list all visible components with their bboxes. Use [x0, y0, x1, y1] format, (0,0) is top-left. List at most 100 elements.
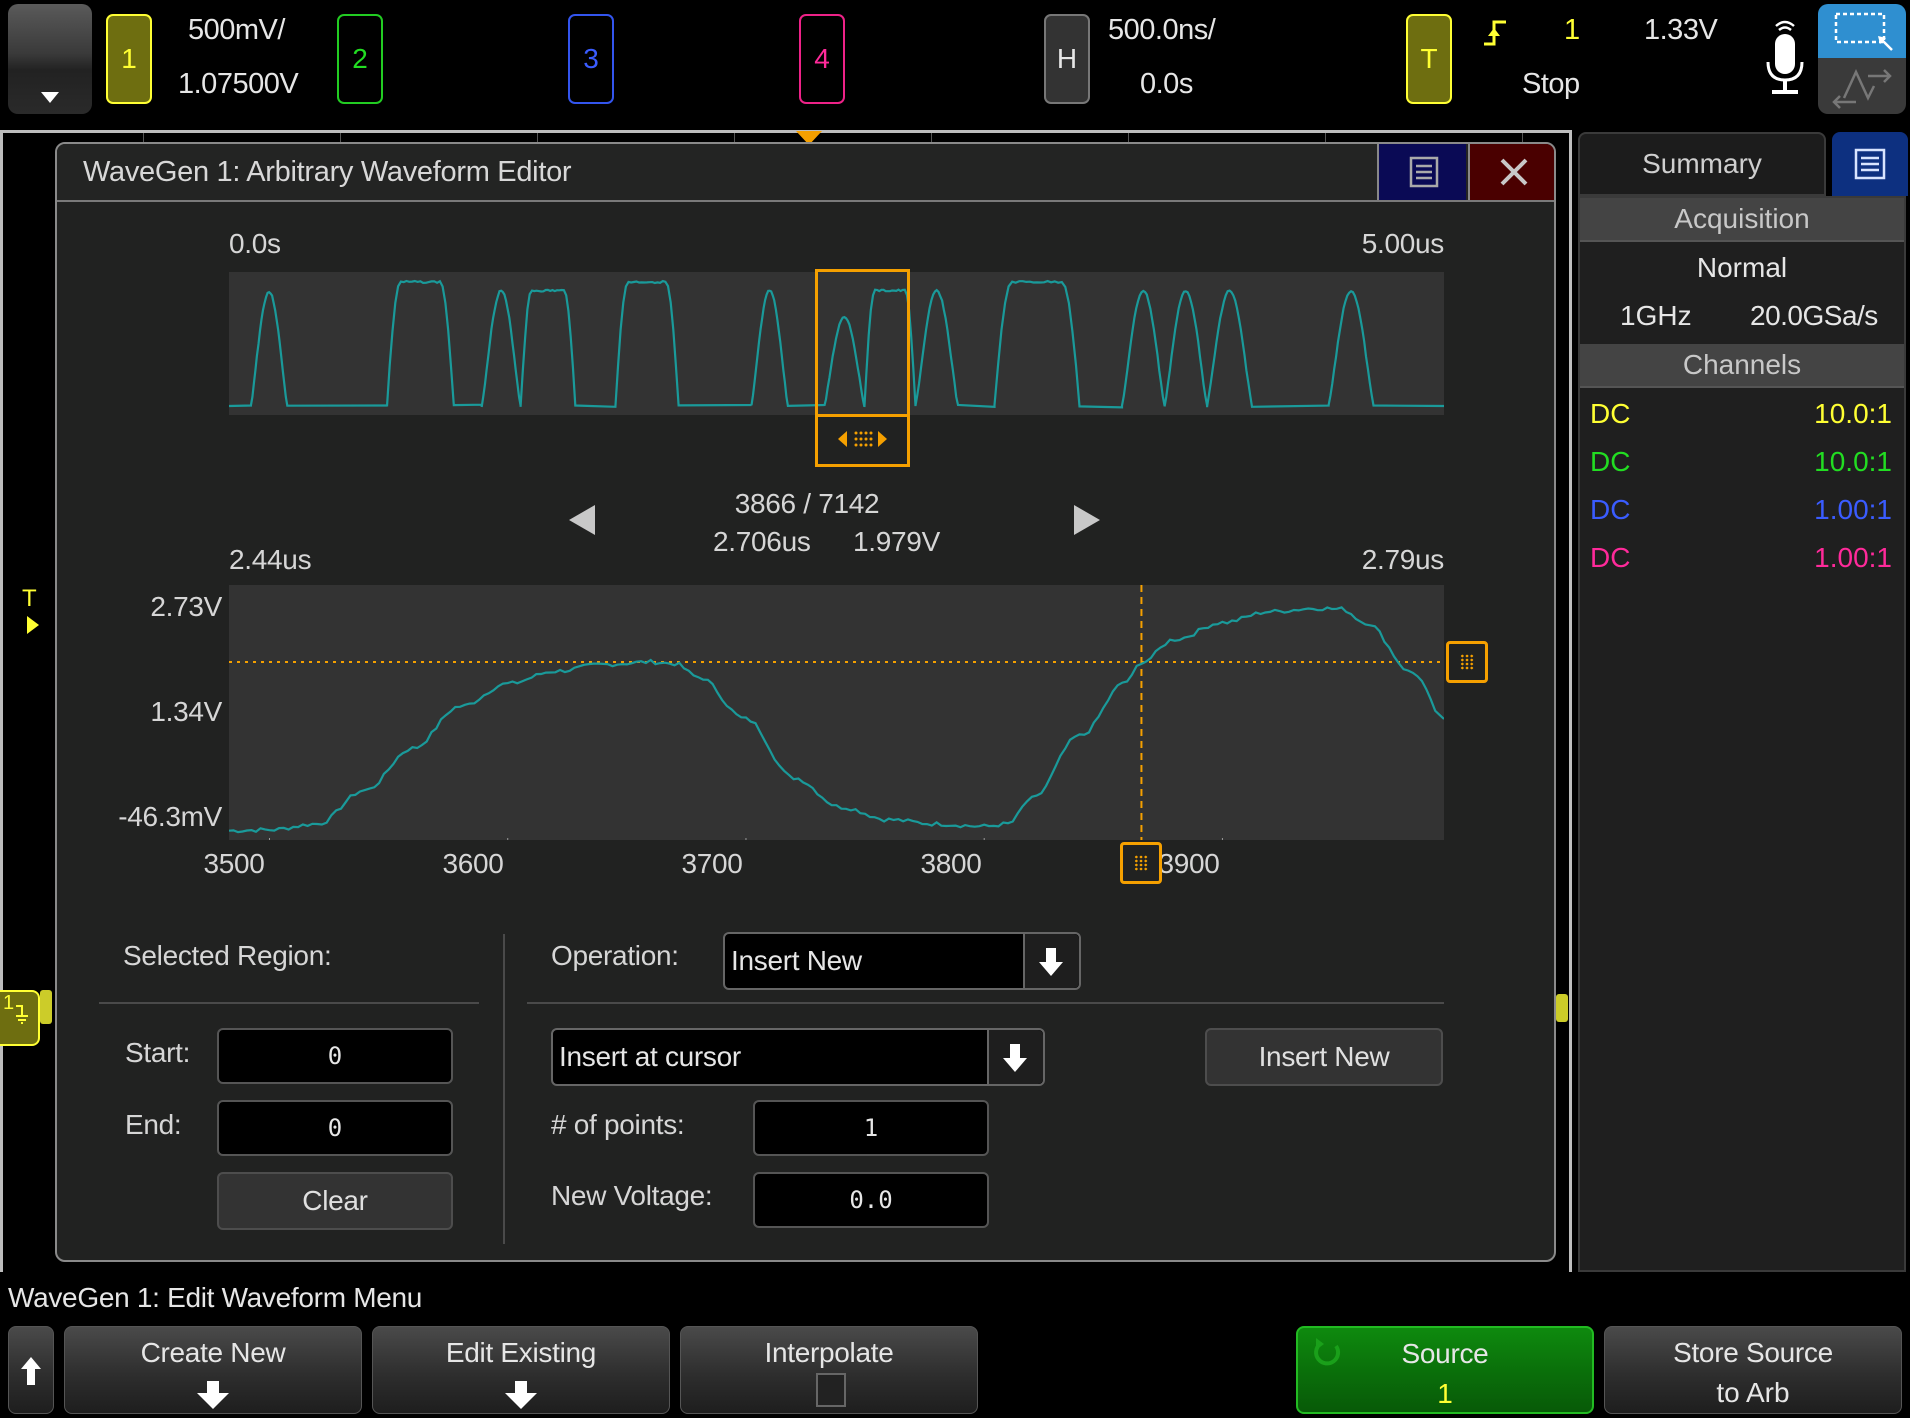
softkey-label-line2: to Arb: [1716, 1377, 1790, 1408]
channel-probe: 10.0:1: [1814, 446, 1892, 477]
arrow-down-icon: [197, 1381, 229, 1409]
new-voltage-field[interactable]: 0.0: [753, 1172, 989, 1228]
channel-probe: 1.00:1: [1814, 494, 1892, 525]
channel-1-offset: 1.07500V: [178, 68, 299, 100]
softkey-store-source-to-arb[interactable]: Store Source to Arb: [1604, 1326, 1902, 1414]
status-bar: 1 500mV/ 1.07500V 2 3 4 H 500.0ns/ 0.0s …: [0, 0, 1910, 130]
selected-region-heading: Selected Region:: [123, 940, 332, 971]
grip-dots-icon: [1134, 855, 1149, 871]
channel-4-button[interactable]: 4: [799, 14, 845, 104]
detail-waveform-trace: [229, 606, 1444, 834]
detail-start-label: 2.44us: [229, 544, 312, 575]
point-time: 2.706us: [713, 526, 811, 557]
channel-1-ground-marker[interactable]: 1: [0, 990, 40, 1046]
start-label: Start:: [125, 1037, 191, 1068]
rising-edge-icon: [1484, 20, 1506, 46]
channels-heading: Channels: [1580, 344, 1904, 388]
softkey-menu-title: WaveGen 1: Edit Waveform Menu: [8, 1282, 423, 1313]
dialog-close-button[interactable]: [1468, 144, 1554, 200]
channel-coupling: DC: [1590, 494, 1631, 525]
selection-window-drag-handle[interactable]: [818, 414, 907, 464]
close-icon: [1500, 158, 1528, 186]
summary-tab[interactable]: Summary: [1578, 132, 1826, 196]
softkey-label: Store Source: [1673, 1337, 1833, 1368]
points-count-field[interactable]: 1: [753, 1100, 989, 1156]
clear-button[interactable]: Clear: [217, 1172, 453, 1230]
softkey-edit-existing[interactable]: Edit Existing: [372, 1326, 670, 1414]
overview-selection-window[interactable]: [815, 269, 910, 467]
drag-left-right-icon: [838, 431, 887, 447]
overview-start-label: 0.0s: [229, 228, 281, 259]
arrow-down-icon: [505, 1381, 537, 1409]
channel-2-button[interactable]: 2: [337, 14, 383, 104]
previous-point-button[interactable]: [569, 505, 595, 535]
insert-position-dropdown-button[interactable]: [987, 1030, 1043, 1084]
region-end-field[interactable]: 0: [217, 1100, 453, 1156]
y-tick-label: 2.73V: [150, 591, 222, 622]
voltage-cursor-handle[interactable]: [1446, 641, 1488, 684]
acquisition-mode: Normal: [1696, 252, 1788, 283]
channel-3-label: 3: [583, 43, 599, 74]
operation-select[interactable]: Insert New: [723, 932, 1081, 990]
divider: [527, 1002, 1444, 1004]
channel-3-button[interactable]: 3: [568, 14, 614, 104]
horizontal-label: H: [1056, 43, 1078, 74]
point-cursor-handle[interactable]: [1120, 842, 1163, 884]
delay-value: 0.0s: [1140, 68, 1193, 100]
chevron-down-icon: [41, 92, 59, 103]
run-state: Stop: [1522, 68, 1580, 100]
arbitrary-waveform-editor-dialog: WaveGen 1: Arbitrary Waveform Editor 0.0…: [55, 142, 1556, 1262]
touch-mode-drag-waveform[interactable]: [1818, 58, 1906, 114]
trigger-source: 1: [1564, 14, 1580, 46]
microphone-icon[interactable]: [1762, 18, 1808, 96]
arrow-down-icon: [1003, 1044, 1027, 1072]
softkey-label: Interpolate: [764, 1337, 894, 1368]
dialog-title-bar[interactable]: WaveGen 1: Arbitrary Waveform Editor: [57, 144, 1554, 202]
main-menu-button[interactable]: [8, 4, 92, 114]
divider: [503, 934, 505, 1244]
channel-probe: 1.00:1: [1814, 542, 1892, 573]
channel-1-button[interactable]: 1: [106, 14, 152, 104]
list-icon: [1409, 156, 1439, 188]
insert-position-select[interactable]: Insert at cursor: [551, 1028, 1045, 1086]
detail-waveform-plot[interactable]: [229, 585, 1444, 840]
acquisition-heading: Acquisition: [1580, 198, 1904, 242]
dialog-title: WaveGen 1: Arbitrary Waveform Editor: [83, 156, 572, 188]
channel-2-label: 2: [352, 43, 368, 74]
channel-probe: 10.0:1: [1814, 398, 1892, 429]
softkey-source[interactable]: Source 1: [1296, 1326, 1594, 1414]
operation-label: Operation:: [551, 940, 679, 971]
trigger-button[interactable]: T: [1406, 14, 1452, 104]
interpolate-checkbox[interactable]: [816, 1373, 846, 1407]
softkey-label: Source: [1401, 1338, 1489, 1369]
sample-rate-value: 20.0GSa/s: [1750, 300, 1878, 331]
dialog-menu-button[interactable]: [1377, 144, 1466, 200]
ground-icon: [16, 1005, 28, 1024]
horizontal-button[interactable]: H: [1044, 14, 1090, 104]
menu-back-button[interactable]: [8, 1326, 54, 1414]
arrow-up-icon: [21, 1357, 41, 1385]
operation-dropdown-button[interactable]: [1023, 934, 1079, 988]
channel-1-scale: 500mV/: [188, 14, 285, 46]
next-point-button[interactable]: [1074, 505, 1100, 535]
region-start-field[interactable]: 0: [217, 1028, 453, 1084]
softkey-interpolate[interactable]: Interpolate: [680, 1326, 978, 1414]
bandwidth-value: 1GHz: [1620, 300, 1692, 331]
insert-new-button[interactable]: Insert New: [1205, 1028, 1443, 1086]
trigger-level-marker[interactable]: [27, 616, 39, 634]
channel-1-trace-stub: [40, 990, 52, 1024]
detail-end-label: 2.79us: [1361, 544, 1445, 575]
summary-tab-label: Summary: [1642, 148, 1762, 179]
source-value: 1: [1437, 1378, 1453, 1409]
overview-end-label: 5.00us: [1361, 228, 1445, 259]
sidebar-menu-button[interactable]: [1832, 132, 1908, 196]
softkey-label: Edit Existing: [445, 1337, 597, 1368]
channel-1-trace-stub-right: [1556, 994, 1568, 1022]
list-icon: [1854, 148, 1886, 180]
channel-1-ground-label: 1: [3, 992, 15, 1014]
point-index: 3866 / 7142: [734, 488, 880, 519]
insert-position-selected-value: Insert at cursor: [559, 1041, 741, 1072]
softkey-create-new[interactable]: Create New: [64, 1326, 362, 1414]
touch-mode-zoom-select[interactable]: [1818, 4, 1906, 58]
channel-coupling: DC: [1590, 542, 1631, 573]
